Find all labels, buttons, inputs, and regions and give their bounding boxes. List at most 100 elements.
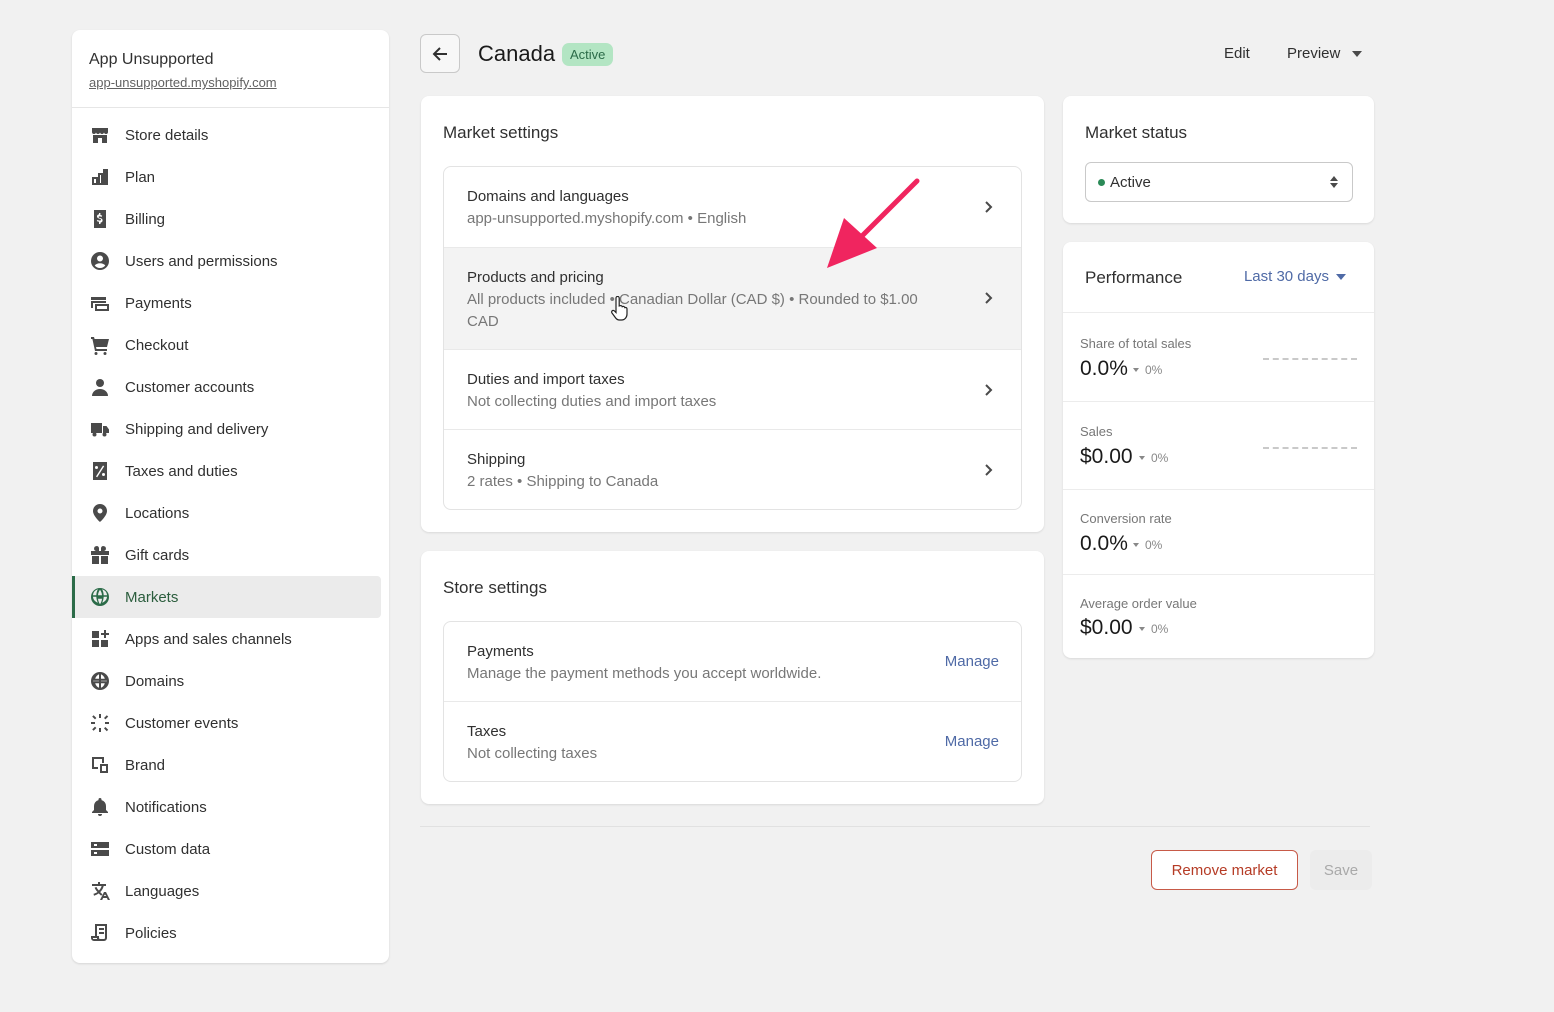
sidebar-item-label: Apps and sales channels — [125, 630, 292, 648]
sidebar-item-checkout[interactable]: Checkout — [72, 324, 381, 366]
remove-market-button[interactable]: Remove market — [1151, 850, 1298, 890]
date-range-dropdown[interactable]: Last 30 days — [1244, 268, 1346, 285]
caret-down-icon — [1336, 273, 1346, 280]
row-title: Duties and import taxes — [467, 371, 625, 388]
sidebar-item-apps[interactable]: Apps and sales channels — [72, 618, 381, 660]
performance-card: Performance Last 30 days Share of total … — [1063, 242, 1374, 658]
sparkline — [1263, 447, 1357, 449]
sidebar-item-store-details[interactable]: Store details — [72, 114, 381, 156]
market-settings-title: Market settings — [443, 123, 559, 142]
sparkle-icon — [89, 712, 111, 734]
payments-icon — [89, 292, 111, 314]
sidebar-item-languages[interactable]: Languages — [72, 870, 381, 912]
sidebar-item-label: Brand — [125, 756, 166, 774]
date-range-label: Last 30 days — [1243, 268, 1329, 285]
preview-button[interactable]: Preview — [1287, 45, 1363, 62]
sidebar-item-policies[interactable]: Policies — [72, 912, 381, 954]
sidebar-item-label: Billing — [125, 210, 166, 228]
sparkline — [1263, 358, 1357, 360]
sidebar-item-brand[interactable]: Brand — [72, 744, 381, 786]
row-title: Shipping — [467, 451, 526, 468]
delta-value: 0% — [1145, 538, 1163, 552]
sidebar-item-label: Domains — [125, 672, 185, 690]
sidebar-item-markets[interactable]: Markets — [72, 576, 381, 618]
sidebar-item-customer-events[interactable]: Customer events — [72, 702, 381, 744]
preview-label: Preview — [1287, 45, 1341, 62]
sidebar-item-payments[interactable]: Payments — [72, 282, 381, 324]
delta-value: 0% — [1151, 622, 1169, 636]
metric-delta: 0% — [1133, 538, 1162, 552]
row-payments: Payments Manage the payment methods you … — [444, 622, 1021, 702]
settings-nav: Store details Plan Billing Users and per… — [72, 108, 389, 954]
sidebar-item-label: Taxes and duties — [125, 462, 238, 480]
edit-button[interactable]: Edit — [1224, 45, 1250, 62]
sidebar-item-users[interactable]: Users and permissions — [72, 240, 381, 282]
market-settings-list: Domains and languages app-unsupported.my… — [443, 166, 1022, 510]
translate-icon — [89, 880, 111, 902]
sidebar-item-domains[interactable]: Domains — [72, 660, 381, 702]
manage-taxes-link[interactable]: Manage — [945, 733, 999, 750]
metric-label: Share of total sales — [1080, 336, 1192, 351]
metric-label: Sales — [1080, 424, 1113, 439]
tax-icon — [89, 460, 111, 482]
save-button: Save — [1310, 850, 1372, 890]
performance-title: Performance — [1085, 268, 1183, 287]
globe-icon — [89, 586, 111, 608]
manage-payments-link[interactable]: Manage — [945, 653, 999, 670]
arrow-left-icon — [432, 46, 447, 61]
sidebar-item-label: Notifications — [125, 798, 207, 816]
person-icon — [89, 376, 111, 398]
metric-delta: 0% — [1133, 363, 1162, 377]
sidebar-item-label: Markets — [125, 588, 179, 606]
metric-value: 0.0% — [1080, 357, 1128, 380]
sidebar-item-label: Locations — [125, 504, 190, 522]
sidebar-item-label: Customer events — [125, 714, 239, 732]
row-subtitle: Manage the payment methods you accept wo… — [467, 665, 822, 682]
sidebar-item-label: Store details — [125, 126, 209, 144]
back-button[interactable] — [420, 34, 460, 73]
metric-sales: Sales $0.00 0% — [1063, 401, 1374, 489]
billing-icon — [89, 208, 111, 230]
sidebar-item-custom-data[interactable]: Custom data — [72, 828, 381, 870]
row-shipping[interactable]: Shipping 2 rates • Shipping to Canada — [444, 430, 1021, 509]
sidebar-item-label: Languages — [125, 882, 200, 900]
sidebar-item-notifications[interactable]: Notifications — [72, 786, 381, 828]
store-header: App Unsupported app-unsupported.myshopif… — [72, 30, 389, 108]
chevron-right-icon — [981, 291, 995, 305]
market-settings-card: Market settings Domains and languages ap… — [421, 96, 1044, 532]
row-title: Taxes — [467, 723, 507, 740]
settings-sidebar: App Unsupported app-unsupported.myshopif… — [72, 30, 389, 963]
apps-icon — [89, 628, 111, 650]
sidebar-item-label: Users and permissions — [125, 252, 278, 270]
metric-delta: 0% — [1139, 622, 1168, 636]
row-duties-import-taxes[interactable]: Duties and import taxes Not collecting d… — [444, 350, 1021, 430]
market-status-select[interactable]: Active — [1085, 162, 1353, 202]
sidebar-item-label: Policies — [125, 924, 177, 942]
trend-down-icon — [1133, 543, 1139, 547]
brand-icon — [89, 754, 111, 776]
sidebar-item-shipping[interactable]: Shipping and delivery — [72, 408, 381, 450]
sidebar-item-label: Shipping and delivery — [125, 420, 269, 438]
policy-icon — [89, 922, 111, 944]
store-name: App Unsupported — [89, 51, 214, 68]
sidebar-item-gift-cards[interactable]: Gift cards — [72, 534, 381, 576]
store-url-link[interactable]: app-unsupported.myshopify.com — [89, 75, 389, 90]
row-subtitle: 2 rates • Shipping to Canada — [467, 473, 659, 490]
chevron-right-icon — [981, 383, 995, 397]
row-products-pricing[interactable]: Products and pricing All products includ… — [444, 248, 1021, 350]
store-settings-title: Store settings — [443, 578, 547, 597]
metric-share-of-sales: Share of total sales 0.0% 0% — [1063, 312, 1374, 401]
metric-label: Conversion rate — [1080, 511, 1172, 526]
row-taxes: Taxes Not collecting taxes Manage — [444, 702, 1021, 781]
truck-icon — [89, 418, 111, 440]
sidebar-item-locations[interactable]: Locations — [72, 492, 381, 534]
sidebar-item-taxes[interactable]: Taxes and duties — [72, 450, 381, 492]
sidebar-item-customer-accounts[interactable]: Customer accounts — [72, 366, 381, 408]
metric-conversion-rate: Conversion rate 0.0% 0% — [1063, 489, 1374, 574]
plan-icon — [89, 166, 111, 188]
sidebar-item-billing[interactable]: Billing — [72, 198, 381, 240]
row-subtitle: app-unsupported.myshopify.com • English — [467, 210, 747, 227]
row-domains-languages[interactable]: Domains and languages app-unsupported.my… — [444, 167, 1021, 248]
sidebar-item-plan[interactable]: Plan — [72, 156, 381, 198]
footer-divider — [420, 826, 1370, 827]
